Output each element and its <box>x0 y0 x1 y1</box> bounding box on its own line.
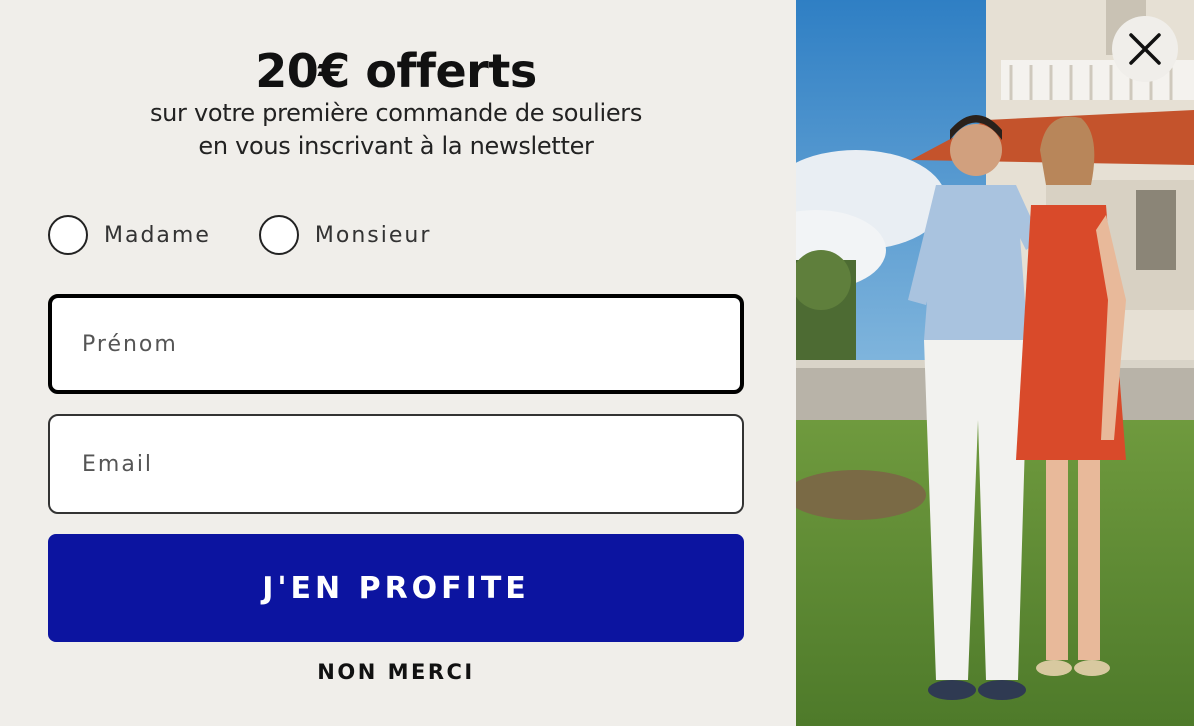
radio-monsieur[interactable] <box>258 215 299 255</box>
close-button[interactable] <box>1112 16 1178 82</box>
email-field[interactable] <box>48 414 744 514</box>
popup-subline-2: en vous inscrivant à la newsletter <box>198 132 594 160</box>
photo-illustration <box>796 0 1194 726</box>
close-icon <box>1129 33 1161 65</box>
radio-madame[interactable] <box>48 215 88 255</box>
gender-radio-group: Madame Monsieur <box>48 214 431 256</box>
newsletter-popup: 20€ offerts sur votre première commande … <box>0 0 1194 726</box>
radio-option-madame[interactable]: Madame <box>48 215 211 255</box>
popup-headline: 20€ offerts <box>255 44 537 98</box>
signup-panel: 20€ offerts sur votre première commande … <box>0 0 796 726</box>
decline-link[interactable]: NON MERCI <box>48 660 744 684</box>
subscribe-button[interactable]: J'EN PROFITE <box>48 534 744 642</box>
radio-label-madame: Madame <box>104 222 211 248</box>
popup-subline-1: sur votre première commande de souliers <box>149 99 643 127</box>
radio-option-monsieur[interactable]: Monsieur <box>258 215 432 255</box>
lifestyle-photo <box>796 0 1194 726</box>
email-input[interactable] <box>82 416 742 512</box>
first-name-input[interactable] <box>82 298 740 390</box>
first-name-field[interactable] <box>48 294 744 394</box>
radio-label-monsieur: Monsieur <box>314 222 432 248</box>
